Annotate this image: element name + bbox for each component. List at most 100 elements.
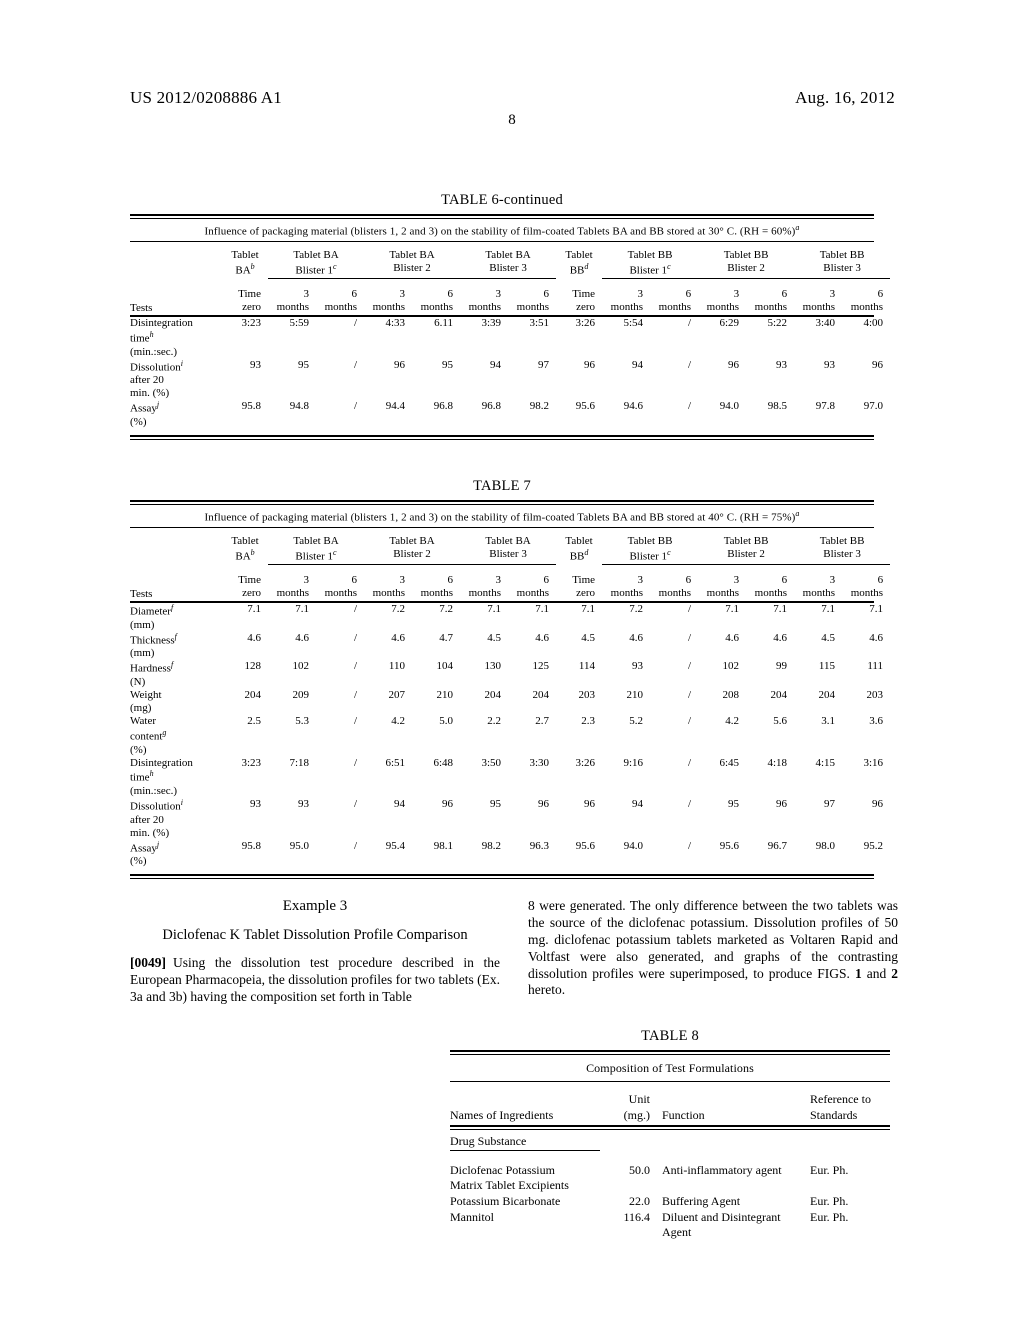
data-cell: 93	[298, 798, 309, 811]
data-cell: 3:50	[481, 756, 501, 769]
group-line-1: Tablet BB	[723, 248, 769, 261]
stub-header: Tests	[130, 588, 153, 601]
data-cell: 96	[442, 798, 453, 811]
data-cell: 94	[632, 798, 643, 811]
data-cell: /	[687, 358, 691, 371]
data-cell: /	[687, 603, 691, 616]
time-line-2: months	[324, 301, 358, 314]
example-subtitle: Diclofenac K Tablet Dissolution Profile …	[162, 927, 468, 943]
table-row: Assayj (%) 95.8 95.0 / 95.4 98.1 98.2 96.3 95.6 94…	[130, 840, 890, 869]
time-point-header: 6 months	[412, 288, 460, 315]
data-cell: 94.0	[623, 839, 643, 852]
group-line-1: Tablet	[231, 534, 259, 547]
column-group-header: Tablet BA Blister 2	[364, 534, 461, 566]
section-label: Drug Substance	[450, 1130, 600, 1151]
footnote-marker: j	[156, 400, 160, 410]
group-line-2: Blister 1c	[295, 261, 337, 277]
data-cell: 5.3	[295, 714, 309, 727]
data-cell: 98.5	[767, 400, 787, 413]
time-point-header: 6 months	[650, 288, 698, 315]
example-paragraph-right: 8 were generated. The only difference be…	[528, 898, 898, 999]
data-cell: 96	[776, 798, 787, 811]
function-continuation: Agent	[662, 1225, 692, 1240]
time-line-1: 3	[399, 574, 406, 587]
group-line-1: Tablet BB	[819, 248, 865, 261]
group-line-1: Tablet	[231, 248, 259, 261]
data-cell: 5.6	[773, 714, 787, 727]
table-8-section-row: Drug Substance	[450, 1130, 890, 1151]
footnote-marker: f	[170, 603, 174, 613]
data-cell: 93	[824, 358, 835, 371]
data-cell: 4.6	[869, 631, 883, 644]
time-point-header: 3 months	[364, 574, 412, 601]
time-point-header: Time zero	[222, 288, 268, 315]
group-line-2: BBd	[569, 261, 589, 277]
ingredient-reference	[810, 1178, 890, 1194]
table-6-time-header: Tests Time zero 3 months 6 months 3 months 6 month…	[130, 279, 890, 315]
data-cell: 93	[250, 798, 261, 811]
time-line-2: months	[754, 301, 788, 314]
data-cell: 110	[388, 660, 405, 673]
data-cell: /	[353, 689, 357, 701]
ingredient-unit: 22.0	[629, 1193, 650, 1208]
data-cell: 94.0	[719, 400, 739, 413]
group-line-2: Blister 2	[393, 261, 431, 274]
data-cell: 7.1	[821, 603, 835, 616]
data-cell: 94.6	[623, 400, 643, 413]
table-row: Hardnessf (N) 128 102 / 110 104 130 125 114 93 / 102…	[130, 660, 890, 689]
table-8-caption: TABLE 8	[641, 1028, 699, 1044]
time-line-1: 6	[877, 288, 884, 301]
table-row: Diclofenac Potassium 50.0 Anti-inflammator…	[450, 1163, 890, 1179]
time-line-2: months	[754, 587, 788, 600]
time-line-2: months	[468, 587, 502, 600]
time-point-header: 6 months	[316, 574, 364, 601]
row-spacer	[450, 1150, 890, 1163]
data-cell: 95	[728, 798, 739, 811]
row-label-line: Dissolutioni	[130, 798, 183, 813]
data-cell: 2.2	[487, 714, 501, 727]
data-cell: 203	[578, 689, 596, 701]
time-line-2: months	[372, 587, 406, 600]
column-group-header: Tablet BA Blister 3	[460, 534, 557, 566]
data-cell: 94	[394, 798, 405, 811]
time-line-2: months	[850, 301, 884, 314]
data-cell: 4.5	[581, 631, 595, 644]
data-cell: 98.1	[433, 839, 453, 852]
ingredient-function	[662, 1178, 810, 1194]
data-cell: 5:22	[767, 317, 787, 330]
data-cell: 96	[584, 798, 595, 811]
footnote-marker: f	[170, 660, 174, 670]
column-group-header: Tablet BB Blister 3	[794, 248, 891, 280]
footnote-marker: i	[180, 358, 183, 368]
data-cell: 7.1	[581, 603, 595, 616]
data-cell: 97	[538, 358, 549, 371]
column-group-header: Tablet BAb	[222, 535, 268, 565]
data-cell: 96.8	[433, 400, 453, 413]
data-cell: 125	[532, 660, 550, 673]
table-row: Weight (mg) 204 209 / 207 210 204 204 203 210 / 208 2…	[130, 689, 890, 715]
data-cell: 3:26	[575, 317, 595, 330]
column-group-header: Tablet BBd	[556, 535, 602, 565]
table-row: Disintegration timeh (min.:sec.) 3:23 7:18 / 6…	[130, 757, 890, 799]
time-point-header: Time zero	[556, 574, 602, 601]
time-line-2: months	[276, 587, 309, 600]
data-cell: 2.7	[535, 714, 549, 727]
data-cell: 98.2	[481, 839, 501, 852]
data-cell: /	[687, 400, 691, 413]
data-cell: 4.2	[391, 714, 405, 727]
table-6-caption: TABLE 6-continued	[441, 192, 563, 208]
data-cell: /	[687, 317, 691, 330]
publication-number: US 2012/0208886 A1	[130, 88, 282, 107]
ingredient-unit: 50.0	[629, 1162, 650, 1177]
footnote-marker: d	[584, 547, 589, 557]
time-line-2: zero	[242, 301, 261, 314]
data-cell: 96	[872, 798, 883, 811]
data-cell: 4.6	[391, 631, 405, 644]
time-line-1: 6	[685, 288, 692, 301]
time-point-header: 3 months	[698, 574, 746, 601]
column-group-header: Tablet BA Blister 1c	[268, 248, 365, 280]
data-cell: 3.6	[869, 714, 883, 727]
data-cell: 98.2	[529, 400, 549, 413]
data-cell: 96.7	[767, 839, 787, 852]
data-cell: /	[353, 317, 357, 330]
